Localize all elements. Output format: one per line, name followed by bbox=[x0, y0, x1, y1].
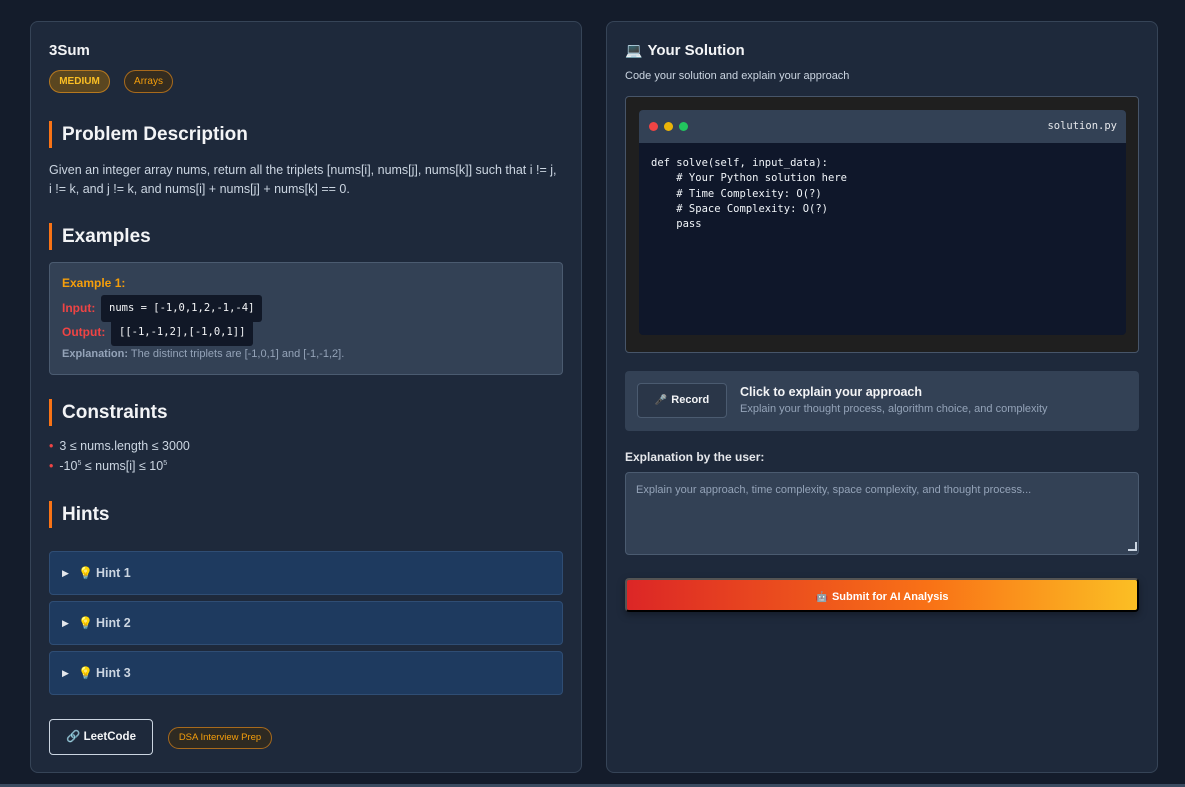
examples-heading: Examples bbox=[49, 223, 151, 250]
minimize-dot-icon bbox=[664, 122, 673, 131]
record-title: Click to explain your approach bbox=[740, 385, 922, 399]
example-title: Example 1: bbox=[62, 276, 126, 290]
solution-panel: 💻 Your Solution Code your solution and ex… bbox=[606, 21, 1158, 773]
code-editor-window: solution.py def solve(self, input_data):… bbox=[639, 110, 1126, 335]
example-explanation: Explanation: The distinct triplets are [… bbox=[62, 348, 344, 360]
example-input-code: nums = [-1,0,1,2,-1,-4] bbox=[101, 295, 263, 322]
hint-toggle-3[interactable]: ▶ 💡 Hint 3 bbox=[49, 651, 563, 695]
explanation-textarea[interactable] bbox=[625, 472, 1139, 555]
constraint-item: • 3 ≤ nums.length ≤ 3000 bbox=[49, 439, 190, 453]
lightbulb-icon: 💡 bbox=[78, 616, 93, 630]
close-dot-icon bbox=[649, 122, 658, 131]
bullet-icon: • bbox=[49, 459, 54, 473]
code-editor-frame: solution.py def solve(self, input_data):… bbox=[625, 96, 1139, 353]
laptop-icon: 💻 bbox=[625, 42, 643, 58]
description-heading: Problem Description bbox=[49, 121, 248, 148]
record-label: Record bbox=[671, 394, 710, 406]
explanation-text: The distinct triplets are [-1,0,1] and [… bbox=[130, 348, 345, 360]
problem-description: Given an integer array nums, return all … bbox=[49, 163, 557, 196]
bullet-icon: • bbox=[49, 439, 54, 453]
submit-label: Submit for AI Analysis bbox=[831, 591, 949, 603]
link-icon: 🔗 bbox=[66, 731, 81, 743]
constraints-heading: Constraints bbox=[49, 399, 168, 426]
hint-label: Hint 1 bbox=[96, 566, 131, 580]
maximize-dot-icon bbox=[679, 122, 688, 131]
app-page: 3Sum MEDIUM Arrays Problem Description G… bbox=[0, 0, 1185, 787]
triangle-right-icon: ▶ bbox=[62, 618, 69, 628]
leetcode-link-button[interactable]: 🔗 LeetCode bbox=[49, 719, 153, 755]
triangle-right-icon: ▶ bbox=[62, 668, 69, 678]
constraint-item: • -105 ≤ nums[i] ≤ 105 bbox=[49, 459, 168, 473]
code-editor[interactable]: def solve(self, input_data): # Your Pyth… bbox=[651, 156, 847, 232]
hints-heading: Hints bbox=[49, 501, 110, 528]
hint-label: Hint 3 bbox=[96, 666, 131, 680]
hint-toggle-1[interactable]: ▶ 💡 Hint 1 bbox=[49, 551, 563, 595]
leetcode-label: LeetCode bbox=[83, 731, 136, 743]
editor-filename: solution.py bbox=[1047, 120, 1117, 132]
resize-handle-icon[interactable] bbox=[1128, 542, 1137, 551]
lightbulb-icon: 💡 bbox=[78, 566, 93, 580]
solution-title: Your Solution bbox=[647, 42, 745, 59]
problem-title: 3Sum bbox=[49, 42, 90, 59]
difficulty-badge: MEDIUM bbox=[49, 70, 110, 93]
example-input-label: Input: bbox=[62, 301, 96, 315]
example-output-code: [[-1,-1,2],[-1,0,1]] bbox=[111, 319, 254, 346]
example-output-label: Output: bbox=[62, 325, 106, 339]
robot-icon: 🤖 bbox=[815, 592, 828, 603]
solution-heading: 💻 Your Solution bbox=[625, 42, 745, 59]
editor-title-bar: solution.py bbox=[639, 110, 1126, 143]
problem-panel: 3Sum MEDIUM Arrays Problem Description G… bbox=[30, 21, 582, 773]
microphone-icon: 🎤 bbox=[654, 395, 668, 406]
explanation-label: Explanation: bbox=[62, 348, 129, 360]
hint-toggle-2[interactable]: ▶ 💡 Hint 2 bbox=[49, 601, 563, 645]
explanation-field-label: Explanation by the user: bbox=[625, 450, 765, 464]
example-card: Example 1: Input: nums = [-1,0,1,2,-1,-4… bbox=[49, 262, 563, 375]
record-subtitle: Explain your thought process, algorithm … bbox=[740, 403, 1048, 415]
solution-subtitle: Code your solution and explain your appr… bbox=[625, 70, 850, 82]
record-card: 🎤 Record Click to explain your approach E… bbox=[625, 371, 1139, 431]
topic-badge: Arrays bbox=[124, 70, 173, 93]
hint-label: Hint 2 bbox=[96, 616, 131, 630]
category-tag: DSA Interview Prep bbox=[168, 727, 272, 749]
record-button[interactable]: 🎤 Record bbox=[637, 383, 727, 418]
submit-analysis-button[interactable]: 🤖 Submit for AI Analysis bbox=[625, 578, 1139, 612]
lightbulb-icon: 💡 bbox=[78, 666, 93, 680]
triangle-right-icon: ▶ bbox=[62, 568, 69, 578]
